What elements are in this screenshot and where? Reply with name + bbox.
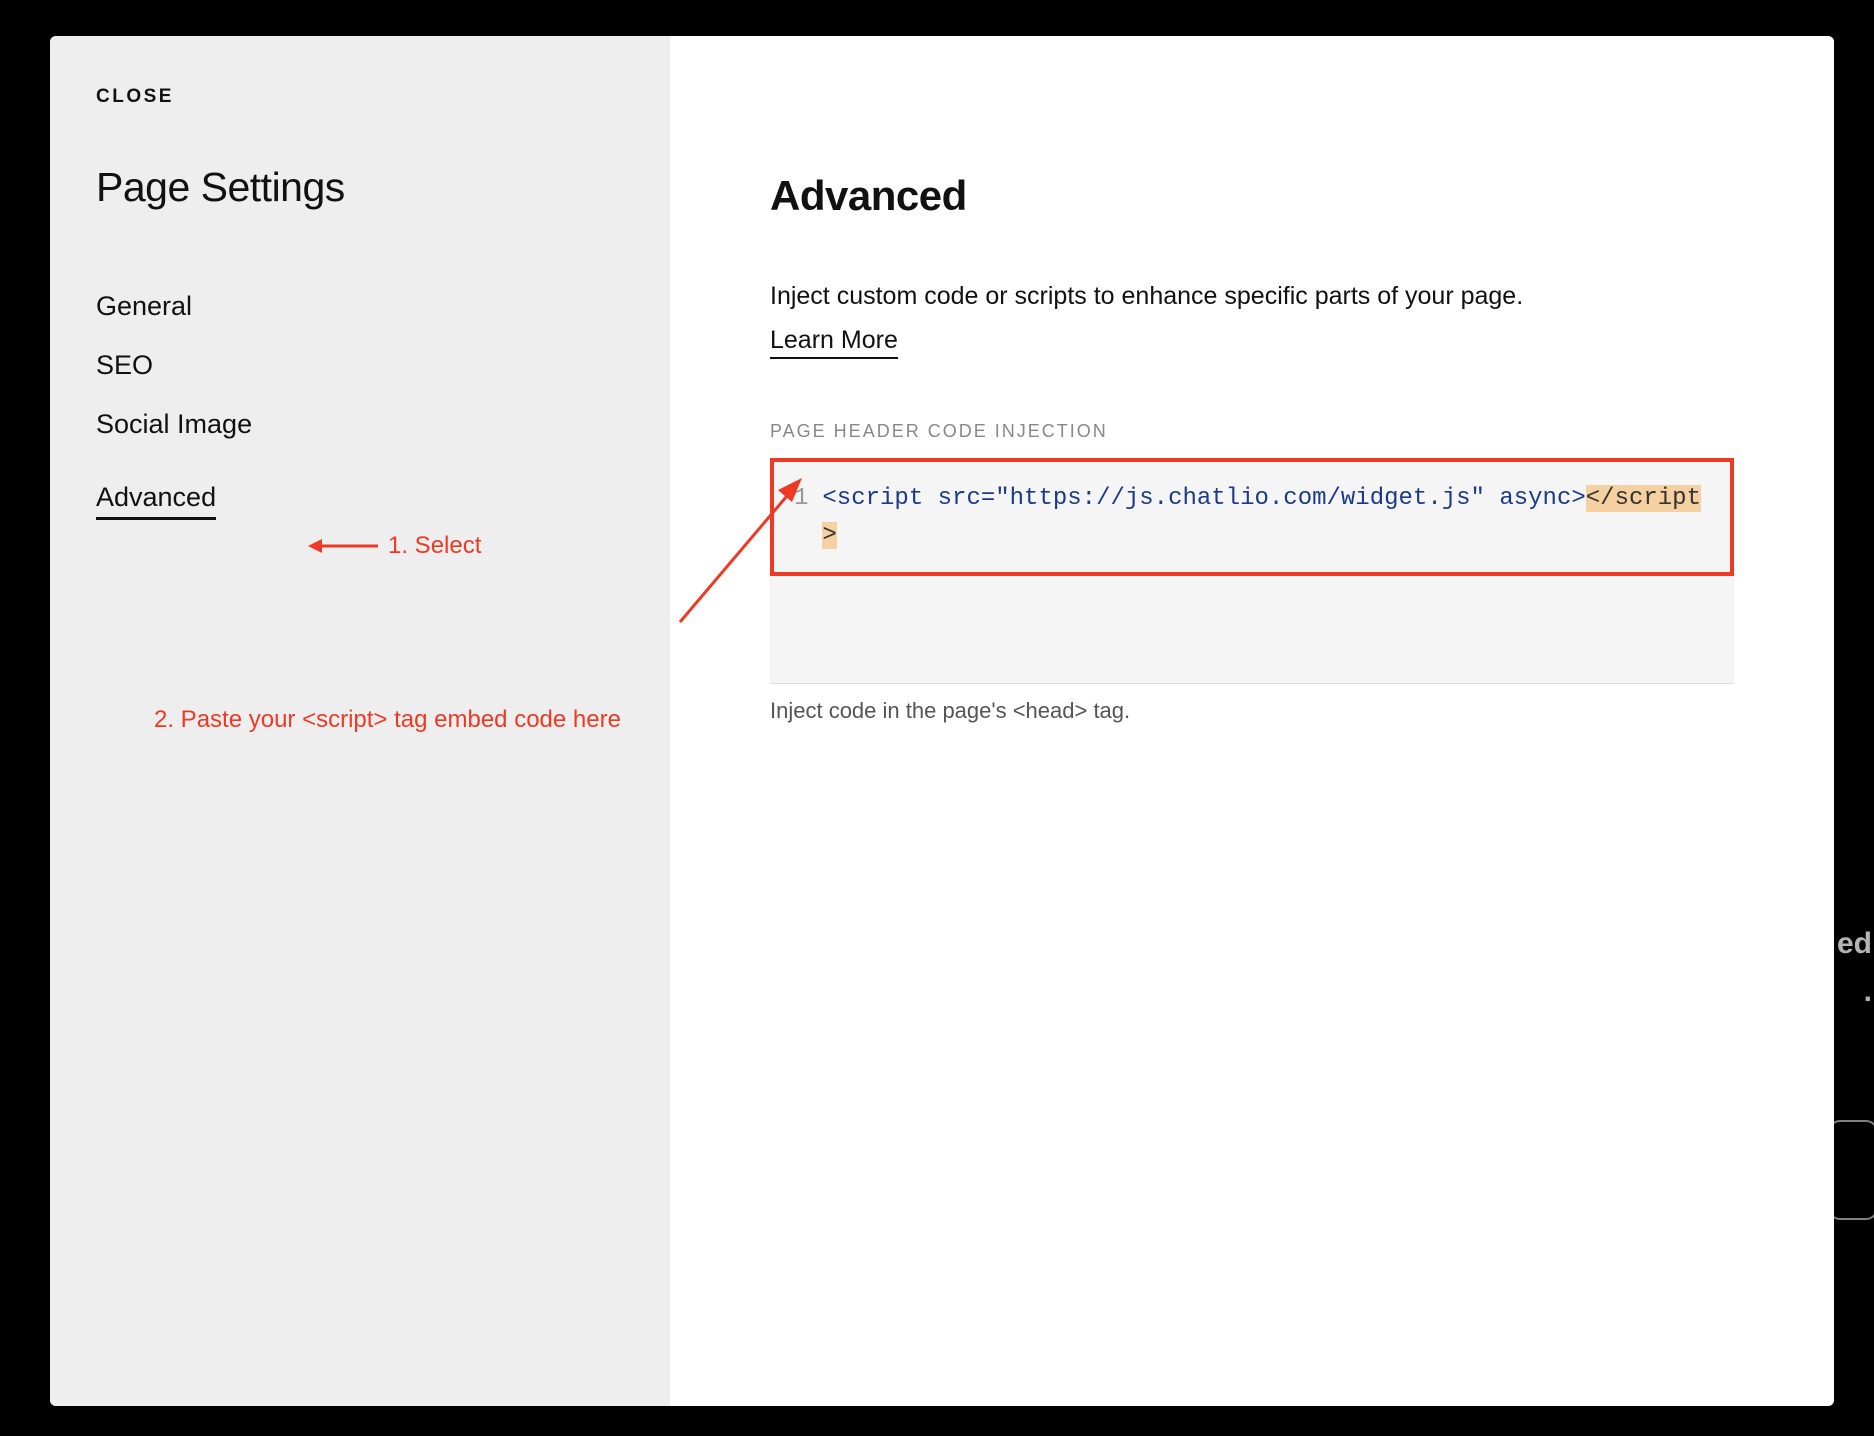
settings-sidebar: CLOSE Page Settings General SEO Social I…	[50, 36, 670, 1406]
background-edge-box	[1828, 1120, 1874, 1220]
background-edge-text: ed .	[1837, 920, 1874, 1016]
code-token-gt: >	[1571, 485, 1585, 512]
code-editor[interactable]: 1 <script src="https://js.chatlio.com/wi…	[770, 458, 1734, 576]
arrow-left-icon	[308, 536, 378, 556]
settings-main-content: Advanced Inject custom code or scripts t…	[670, 36, 1834, 1406]
edge-line-2: .	[1837, 968, 1872, 1016]
line-number: 1	[794, 480, 808, 517]
nav-item-social-image[interactable]: Social Image	[96, 395, 252, 454]
code-token-src-value: "https://js.chatlio.com/widget.js"	[995, 485, 1485, 512]
content-heading: Advanced	[770, 172, 1734, 220]
page-title: Page Settings	[96, 164, 624, 211]
nav-item-general[interactable]: General	[96, 277, 192, 336]
settings-nav: General SEO Social Image Advanced	[96, 277, 624, 520]
edge-line-1: ed	[1837, 920, 1872, 968]
code-token-tag-open: <script	[822, 485, 923, 512]
annotation-step1-label: 1. Select	[388, 532, 481, 560]
code-token-attr-src: src=	[923, 485, 995, 512]
code-token-attr-async: async	[1499, 485, 1571, 512]
close-button[interactable]: CLOSE	[96, 86, 624, 108]
annotation-step1: 1. Select	[308, 532, 481, 560]
code-helper-text: Inject code in the page's <head> tag.	[770, 698, 1734, 724]
code-injection-label: PAGE HEADER CODE INJECTION	[770, 421, 1734, 442]
nav-item-advanced[interactable]: Advanced	[96, 468, 216, 520]
nav-item-seo[interactable]: SEO	[96, 336, 153, 395]
code-line-1: 1 <script src="https://js.chatlio.com/wi…	[794, 480, 1710, 554]
code-content[interactable]: <script src="https://js.chatlio.com/widg…	[822, 480, 1710, 554]
learn-more-link[interactable]: Learn More	[770, 326, 898, 359]
content-description: Inject custom code or scripts to enhance…	[770, 278, 1734, 316]
code-editor-extra-space[interactable]	[770, 576, 1734, 684]
page-settings-modal: CLOSE Page Settings General SEO Social I…	[50, 36, 1834, 1406]
